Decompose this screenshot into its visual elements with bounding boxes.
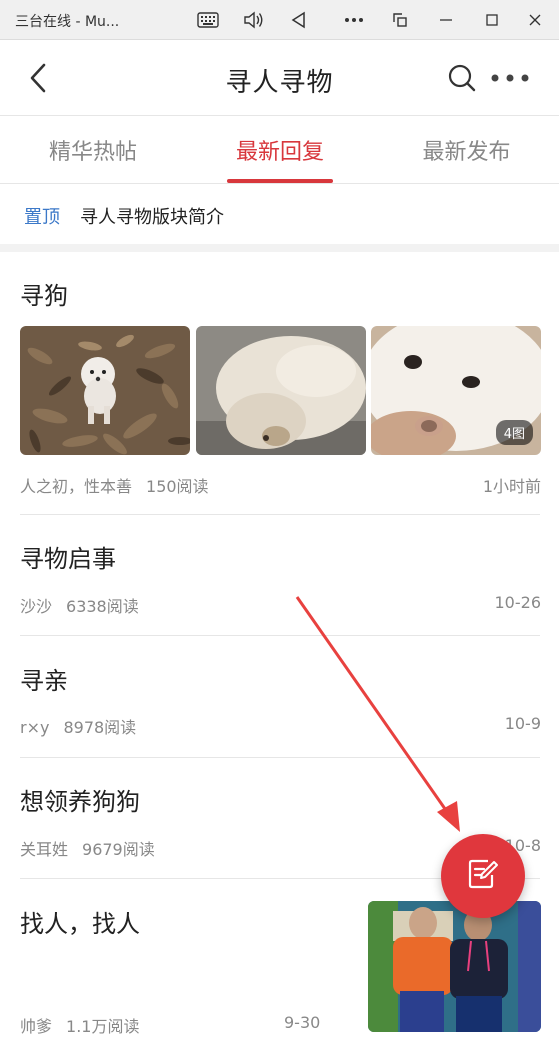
post-author: 人之初，性本善 [20, 477, 133, 496]
post-author: r×y [20, 718, 50, 737]
post-title[interactable]: 寻亲 [20, 661, 68, 696]
post-meta: 人之初，性本善 150阅读 [20, 473, 209, 497]
app-header: 寻人寻物 [0, 40, 559, 116]
compose-icon [467, 857, 499, 895]
post-title[interactable]: 寻狗 [20, 276, 68, 311]
divider [20, 757, 540, 758]
volume-icon[interactable] [240, 7, 266, 33]
active-tab-indicator [227, 179, 333, 183]
post-image-dog-on-leaves[interactable] [20, 326, 190, 455]
back-triangle-icon[interactable] [286, 7, 312, 33]
post-image-dog-face-closeup[interactable]: 4图 [371, 326, 541, 455]
post-title[interactable]: 找人，找人 [20, 904, 140, 939]
maximize-icon[interactable] [479, 7, 505, 33]
more-dots-icon[interactable] [490, 60, 530, 96]
post-time: 10-9 [504, 714, 541, 733]
more-horizontal-icon[interactable] [341, 7, 367, 33]
search-icon[interactable] [444, 60, 480, 96]
window-title: 三台在线 - Mu... [15, 14, 120, 30]
section-gap [0, 244, 559, 252]
post-title[interactable]: 想领养狗狗 [20, 782, 140, 817]
post-meta: 帅爹 1.1万阅读 [20, 1013, 139, 1037]
post-meta: r×y 8978阅读 [20, 714, 136, 738]
divider [20, 635, 540, 636]
pinned-title: 寻人寻物版块简介 [80, 207, 224, 228]
post-image-two-children-photo[interactable] [368, 901, 541, 1032]
post-time: 10-26 [494, 593, 542, 612]
minimize-icon[interactable] [433, 7, 459, 33]
keyboard-icon[interactable] [195, 7, 221, 33]
post-meta: 沙沙 6338阅读 [20, 593, 139, 617]
pinned-tag: 置顶 [24, 207, 60, 228]
divider [20, 514, 540, 515]
compose-button[interactable] [441, 834, 525, 918]
post-reads: 150阅读 [146, 477, 209, 496]
window-titlebar: 三台在线 - Mu... [0, 0, 559, 40]
pinned-post[interactable]: 置顶 寻人寻物版块简介 [0, 184, 559, 244]
post-author: 关耳姓 [20, 840, 69, 859]
post-reads: 8978阅读 [63, 718, 137, 737]
post-reads: 9679阅读 [82, 840, 155, 859]
tab-bar: 精华热帖 最新回复 最新发布 [0, 116, 559, 184]
tab-latest-replies[interactable]: 最新回复 [186, 116, 374, 184]
post-image-dog-closeup-side[interactable] [196, 326, 366, 455]
post-author: 帅爹 [20, 1017, 53, 1036]
tab-featured[interactable]: 精华热帖 [0, 116, 186, 184]
post-title[interactable]: 寻物启事 [20, 539, 116, 574]
post-reads: 1.1万阅读 [66, 1017, 140, 1036]
tab-latest-posts[interactable]: 最新发布 [374, 116, 559, 184]
screenshot-icon[interactable] [387, 7, 413, 33]
image-count-badge: 4图 [495, 420, 533, 445]
post-meta: 关耳姓 9679阅读 [20, 836, 155, 860]
post-author: 沙沙 [20, 597, 53, 616]
post-time: 1小时前 [482, 477, 541, 496]
post-reads: 6338阅读 [66, 597, 139, 616]
close-icon[interactable] [522, 7, 548, 33]
